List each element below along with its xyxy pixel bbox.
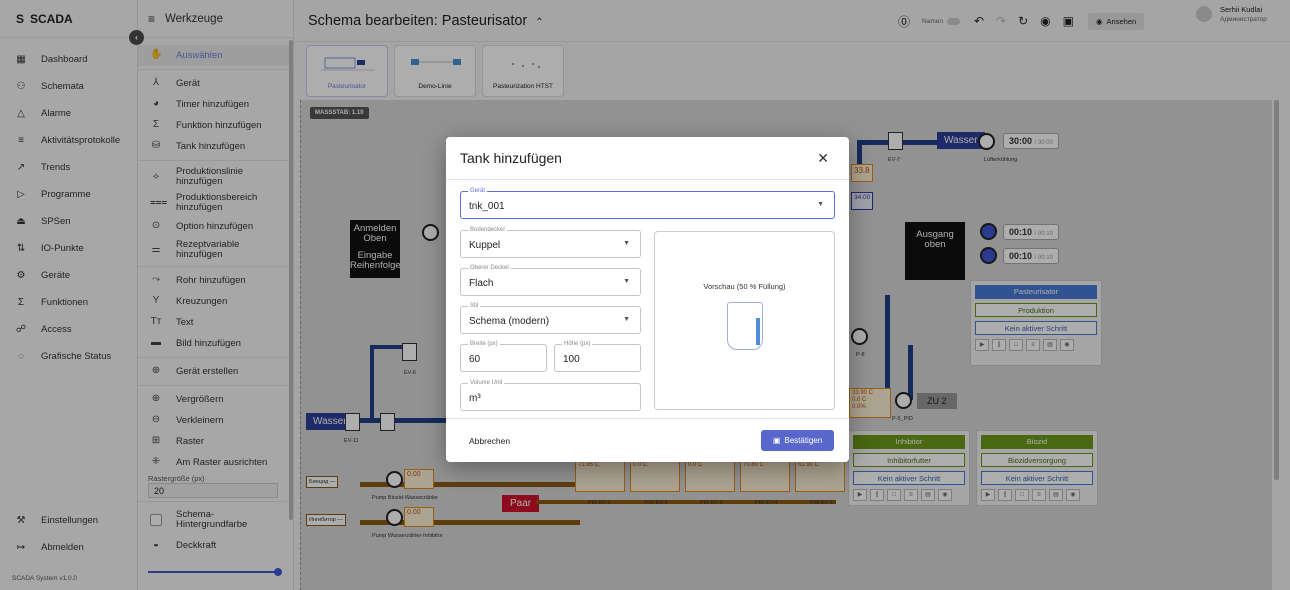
dialog-header: Tank hinzufügen ✕ <box>446 137 849 180</box>
style-label: Stil <box>468 302 481 311</box>
close-icon[interactable]: ✕ <box>817 150 829 167</box>
height-value: 100 <box>563 354 580 365</box>
style-select[interactable]: Stil Schema (modern) ▼ <box>460 302 641 334</box>
tank-preview: Vorschau (50 % Füllung) <box>654 231 835 410</box>
width-input[interactable]: Breite (px) 60 <box>460 340 547 372</box>
volume-unit-value: m³ <box>469 393 481 404</box>
volume-unit-input[interactable]: Volume Unit m³ <box>460 379 641 411</box>
dropdown-caret-icon: ▼ <box>623 240 630 247</box>
confirm-button[interactable]: ▣ Bestätigen <box>761 430 834 451</box>
dialog-title: Tank hinzufügen <box>460 150 562 166</box>
dialog-footer: Abbrechen ▣ Bestätigen <box>446 418 849 462</box>
dropdown-caret-icon: ▼ <box>623 316 630 323</box>
height-label: Höhe (px) <box>562 340 593 349</box>
volume-unit-label: Volume Unit <box>468 379 505 388</box>
device-label: Gerät <box>468 187 488 196</box>
cancel-button[interactable]: Abbrechen <box>469 436 510 446</box>
style-value: Schema (modern) <box>469 316 550 327</box>
width-label: Breite (px) <box>468 340 500 349</box>
tank-fill-level <box>756 318 760 345</box>
bottom-lid-label: Bodendeckel <box>468 226 507 235</box>
collapse-sidebar-button[interactable]: ‹ <box>129 30 144 45</box>
top-lid-label: Oberer Deckel <box>468 264 511 273</box>
height-input[interactable]: Höhe (px) 100 <box>554 340 641 372</box>
bottom-lid-value: Kuppel <box>469 240 501 251</box>
save-icon: ▣ <box>772 436 781 445</box>
device-select[interactable]: Gerät tnk_001 ▼ <box>460 187 835 219</box>
bottom-lid-select[interactable]: Bodendeckel Kuppel ▼ <box>460 226 641 258</box>
confirm-button-label: Bestätigen <box>784 436 823 445</box>
top-lid-select[interactable]: Oberer Deckel Flach ▼ <box>460 264 641 296</box>
preview-label: Vorschau (50 % Füllung) <box>703 282 786 291</box>
top-lid-value: Flach <box>469 278 494 289</box>
device-value: tnk_001 <box>469 201 505 212</box>
dropdown-caret-icon: ▼ <box>817 201 824 208</box>
tank-preview-shape <box>727 302 763 350</box>
add-tank-dialog: Tank hinzufügen ✕ Gerät tnk_001 ▼ Bodend… <box>446 137 849 462</box>
width-value: 60 <box>469 354 481 365</box>
chevron-left-icon: ‹ <box>135 33 138 42</box>
dropdown-caret-icon: ▼ <box>623 278 630 285</box>
